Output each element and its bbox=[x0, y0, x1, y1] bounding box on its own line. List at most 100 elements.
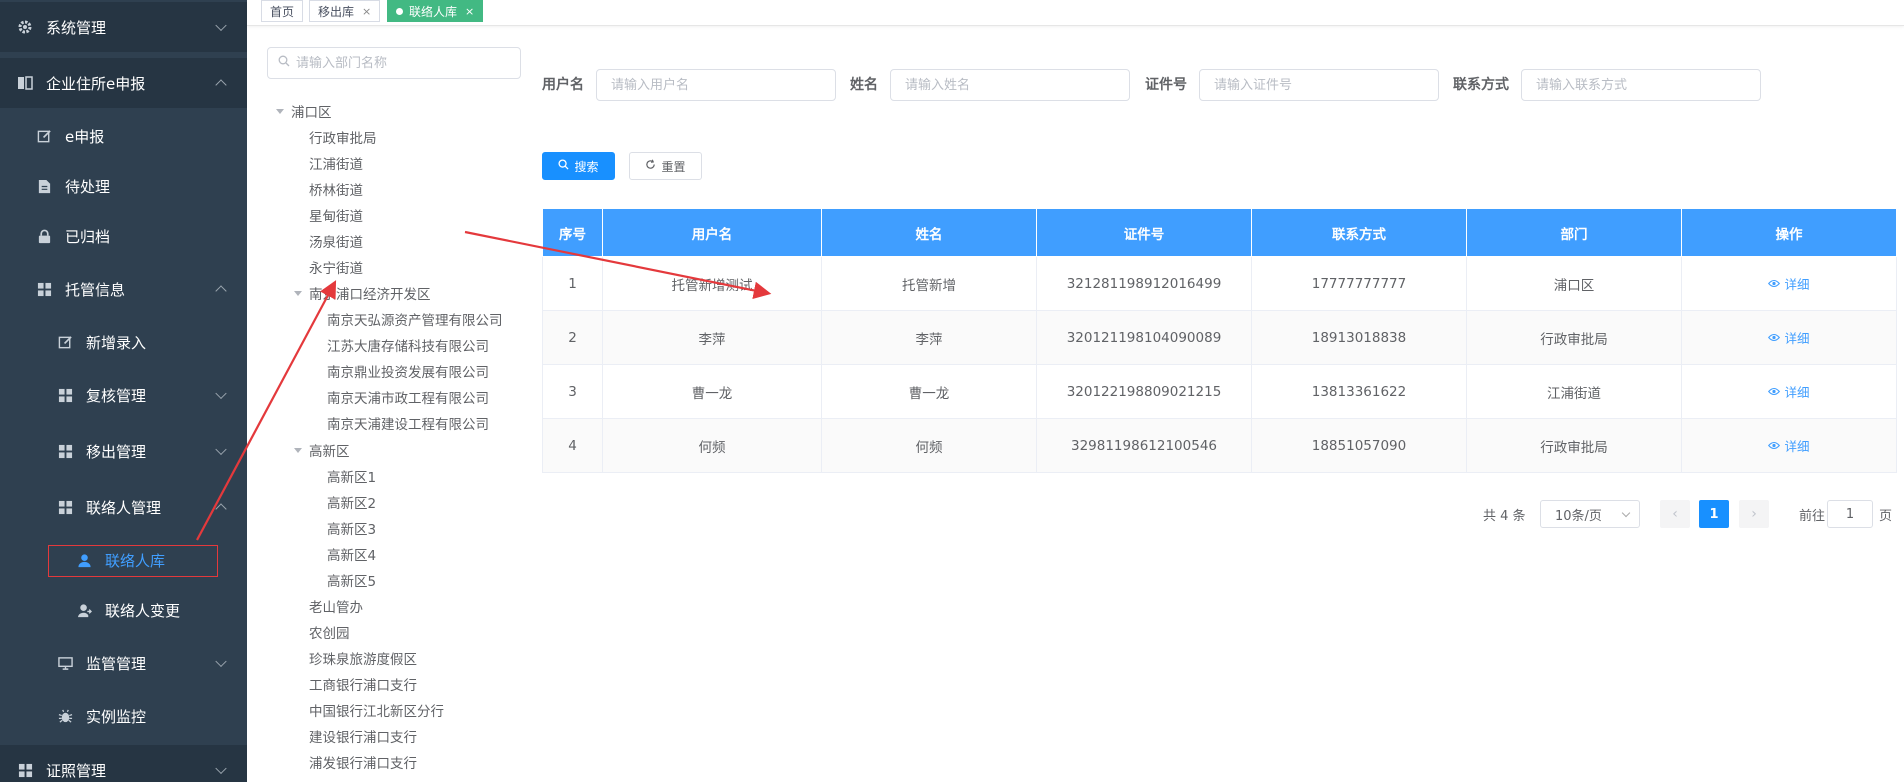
id-number-input[interactable] bbox=[1199, 69, 1439, 101]
id-number-label: 证件号 bbox=[1145, 77, 1187, 93]
document-icon bbox=[35, 177, 53, 195]
tree-node-expanded[interactable]: 浦口区 bbox=[276, 100, 332, 122]
name-input[interactable] bbox=[890, 69, 1130, 101]
tree-node[interactable]: 汤泉街道 bbox=[309, 230, 363, 252]
detail-link[interactable]: 详细 bbox=[1768, 436, 1810, 455]
chevron-up-icon bbox=[215, 79, 227, 91]
close-icon[interactable]: × bbox=[362, 5, 371, 18]
table-cell: 浦口区 bbox=[1466, 256, 1682, 311]
contact-input[interactable] bbox=[1521, 69, 1761, 101]
tree-node-label: 高新区 bbox=[309, 444, 350, 460]
page-size-value: 10条/页 bbox=[1555, 508, 1602, 524]
detail-link[interactable]: 详细 bbox=[1768, 328, 1810, 347]
sidebar-item-e-report[interactable]: e申报 bbox=[0, 111, 247, 161]
sidebar-item-supervision[interactable]: 监管管理 bbox=[0, 638, 247, 688]
caret-down-icon bbox=[294, 290, 302, 296]
sidebar-item-system[interactable]: 系统管理 bbox=[0, 2, 247, 52]
detail-link[interactable]: 详细 bbox=[1768, 274, 1810, 293]
tree-node[interactable]: 桥林街道 bbox=[309, 178, 363, 200]
tree-node-label: 汤泉街道 bbox=[309, 235, 363, 251]
tree-node[interactable]: 星甸街道 bbox=[309, 204, 363, 226]
sidebar-item-license[interactable]: 证照管理 bbox=[0, 745, 247, 782]
tree-node[interactable]: 建设银行浦口支行 bbox=[309, 725, 417, 747]
tree-node-label: 南京天弘源资产管理有限公司 bbox=[327, 313, 503, 329]
tree-node[interactable]: 南京天弘源资产管理有限公司 bbox=[327, 308, 503, 330]
sidebar-item-pending[interactable]: 待处理 bbox=[0, 161, 247, 211]
sidebar-item-custody[interactable]: 托管信息 bbox=[0, 264, 247, 314]
page-size-select[interactable]: 10条/页 bbox=[1540, 500, 1640, 528]
caret-down-icon bbox=[294, 447, 302, 453]
tree-node[interactable]: 行政审批局 bbox=[309, 126, 377, 148]
tree-node[interactable]: 南京鼎业投资发展有限公司 bbox=[327, 360, 489, 382]
sidebar: 系统管理 企业住所e申报 e申报 待处理 已归档 托管信息 新增录入 复核管理 … bbox=[0, 0, 247, 782]
name-label: 姓名 bbox=[850, 77, 878, 93]
table-cell: 李萍 bbox=[602, 310, 822, 365]
sidebar-item-new-entry[interactable]: 新增录入 bbox=[0, 317, 247, 367]
tab-contact-library[interactable]: 联络人库 × bbox=[387, 0, 484, 22]
close-icon[interactable]: × bbox=[465, 5, 474, 18]
eye-icon bbox=[1768, 330, 1784, 345]
tree-node[interactable]: 高新区4 bbox=[327, 543, 376, 565]
dept-search-input[interactable] bbox=[296, 55, 496, 71]
sidebar-item-instance-monitor[interactable]: 实例监控 bbox=[0, 691, 247, 741]
table-cell: 托管新增测试 bbox=[602, 256, 822, 311]
table-cell: 13813361622 bbox=[1251, 364, 1467, 419]
tree-node[interactable]: 老山管办 bbox=[309, 595, 363, 617]
sidebar-item-label: 监管管理 bbox=[86, 654, 147, 673]
next-page-button[interactable]: › bbox=[1739, 500, 1769, 528]
table-cell: 李萍 bbox=[821, 310, 1037, 365]
grid-icon bbox=[56, 386, 74, 404]
sidebar-item-e-declare[interactable]: 企业住所e申报 bbox=[0, 58, 247, 108]
sidebar-item-contact-mgmt[interactable]: 联络人管理 bbox=[0, 482, 247, 532]
tree-node[interactable]: 江苏大唐存储科技有限公司 bbox=[327, 334, 489, 356]
table-cell: 321281198912016499 bbox=[1036, 256, 1252, 311]
tree-node[interactable]: 中国银行江北新区分行 bbox=[309, 699, 444, 721]
tree-node[interactable]: 高新区2 bbox=[327, 491, 376, 513]
sidebar-item-removal[interactable]: 移出管理 bbox=[0, 426, 247, 476]
goto-prefix: 前往 bbox=[1799, 508, 1826, 524]
tree-node[interactable]: 高新区5 bbox=[327, 569, 376, 591]
page-number-current[interactable]: 1 bbox=[1699, 500, 1729, 528]
grid-icon bbox=[56, 498, 74, 516]
search-button[interactable]: 搜索 bbox=[542, 152, 615, 180]
tree-node-label: 江苏大唐存储科技有限公司 bbox=[327, 339, 489, 355]
tree-node[interactable]: 高新区1 bbox=[327, 465, 376, 487]
tree-node-label: 珍珠泉旅游度假区 bbox=[309, 652, 417, 668]
tree-node[interactable]: 永宁街道 bbox=[309, 256, 363, 278]
tab-moved-out[interactable]: 移出库 × bbox=[309, 0, 381, 22]
table-cell: 曹一龙 bbox=[821, 364, 1037, 419]
tree-node-label: 浦发银行浦口支行 bbox=[309, 756, 417, 772]
tree-node[interactable]: 农创园 bbox=[309, 621, 350, 643]
tree-node-expanded[interactable]: 南京浦口经济开发区 bbox=[294, 282, 431, 304]
chevron-down-icon bbox=[215, 387, 227, 400]
dept-search-field[interactable] bbox=[267, 47, 521, 79]
tree-node[interactable]: 工商银行浦口支行 bbox=[309, 673, 417, 695]
reset-button[interactable]: 重置 bbox=[629, 152, 702, 180]
prev-page-button[interactable]: ‹ bbox=[1660, 500, 1690, 528]
tab-bar: 首页 移出库 × 联络人库 × bbox=[247, 0, 1904, 26]
sidebar-item-label: 系统管理 bbox=[46, 18, 107, 37]
sidebar-item-contact-change[interactable]: 联络人变更 bbox=[0, 585, 247, 635]
tab-home[interactable]: 首页 bbox=[261, 0, 304, 22]
tree-node[interactable]: 高新区3 bbox=[327, 517, 376, 539]
tree-node-expanded[interactable]: 高新区 bbox=[294, 439, 350, 461]
tree-node[interactable]: 江浦街道 bbox=[309, 152, 363, 174]
tree-node[interactable]: 浦发银行浦口支行 bbox=[309, 751, 417, 773]
table-cell: 何频 bbox=[821, 418, 1037, 473]
tree-node[interactable]: 珍珠泉旅游度假区 bbox=[309, 647, 417, 669]
sidebar-item-archived[interactable]: 已归档 bbox=[0, 211, 247, 261]
caret-down-icon bbox=[276, 108, 284, 114]
gear-icon bbox=[16, 18, 34, 36]
sidebar-item-label: 联络人管理 bbox=[86, 498, 162, 517]
sidebar-item-label: 已归档 bbox=[65, 227, 111, 246]
active-dot-icon bbox=[396, 7, 403, 15]
username-input[interactable] bbox=[596, 69, 836, 101]
goto-page-input[interactable] bbox=[1827, 500, 1873, 528]
tree-node[interactable]: 南京天浦建设工程有限公司 bbox=[327, 412, 489, 434]
sidebar-item-review[interactable]: 复核管理 bbox=[0, 370, 247, 420]
table-cell: 17777777777 bbox=[1251, 256, 1467, 311]
detail-link[interactable]: 详细 bbox=[1768, 382, 1810, 401]
column-header: 操作 bbox=[1681, 208, 1897, 257]
lock-icon bbox=[35, 227, 53, 245]
tree-node[interactable]: 南京天浦市政工程有限公司 bbox=[327, 386, 489, 408]
